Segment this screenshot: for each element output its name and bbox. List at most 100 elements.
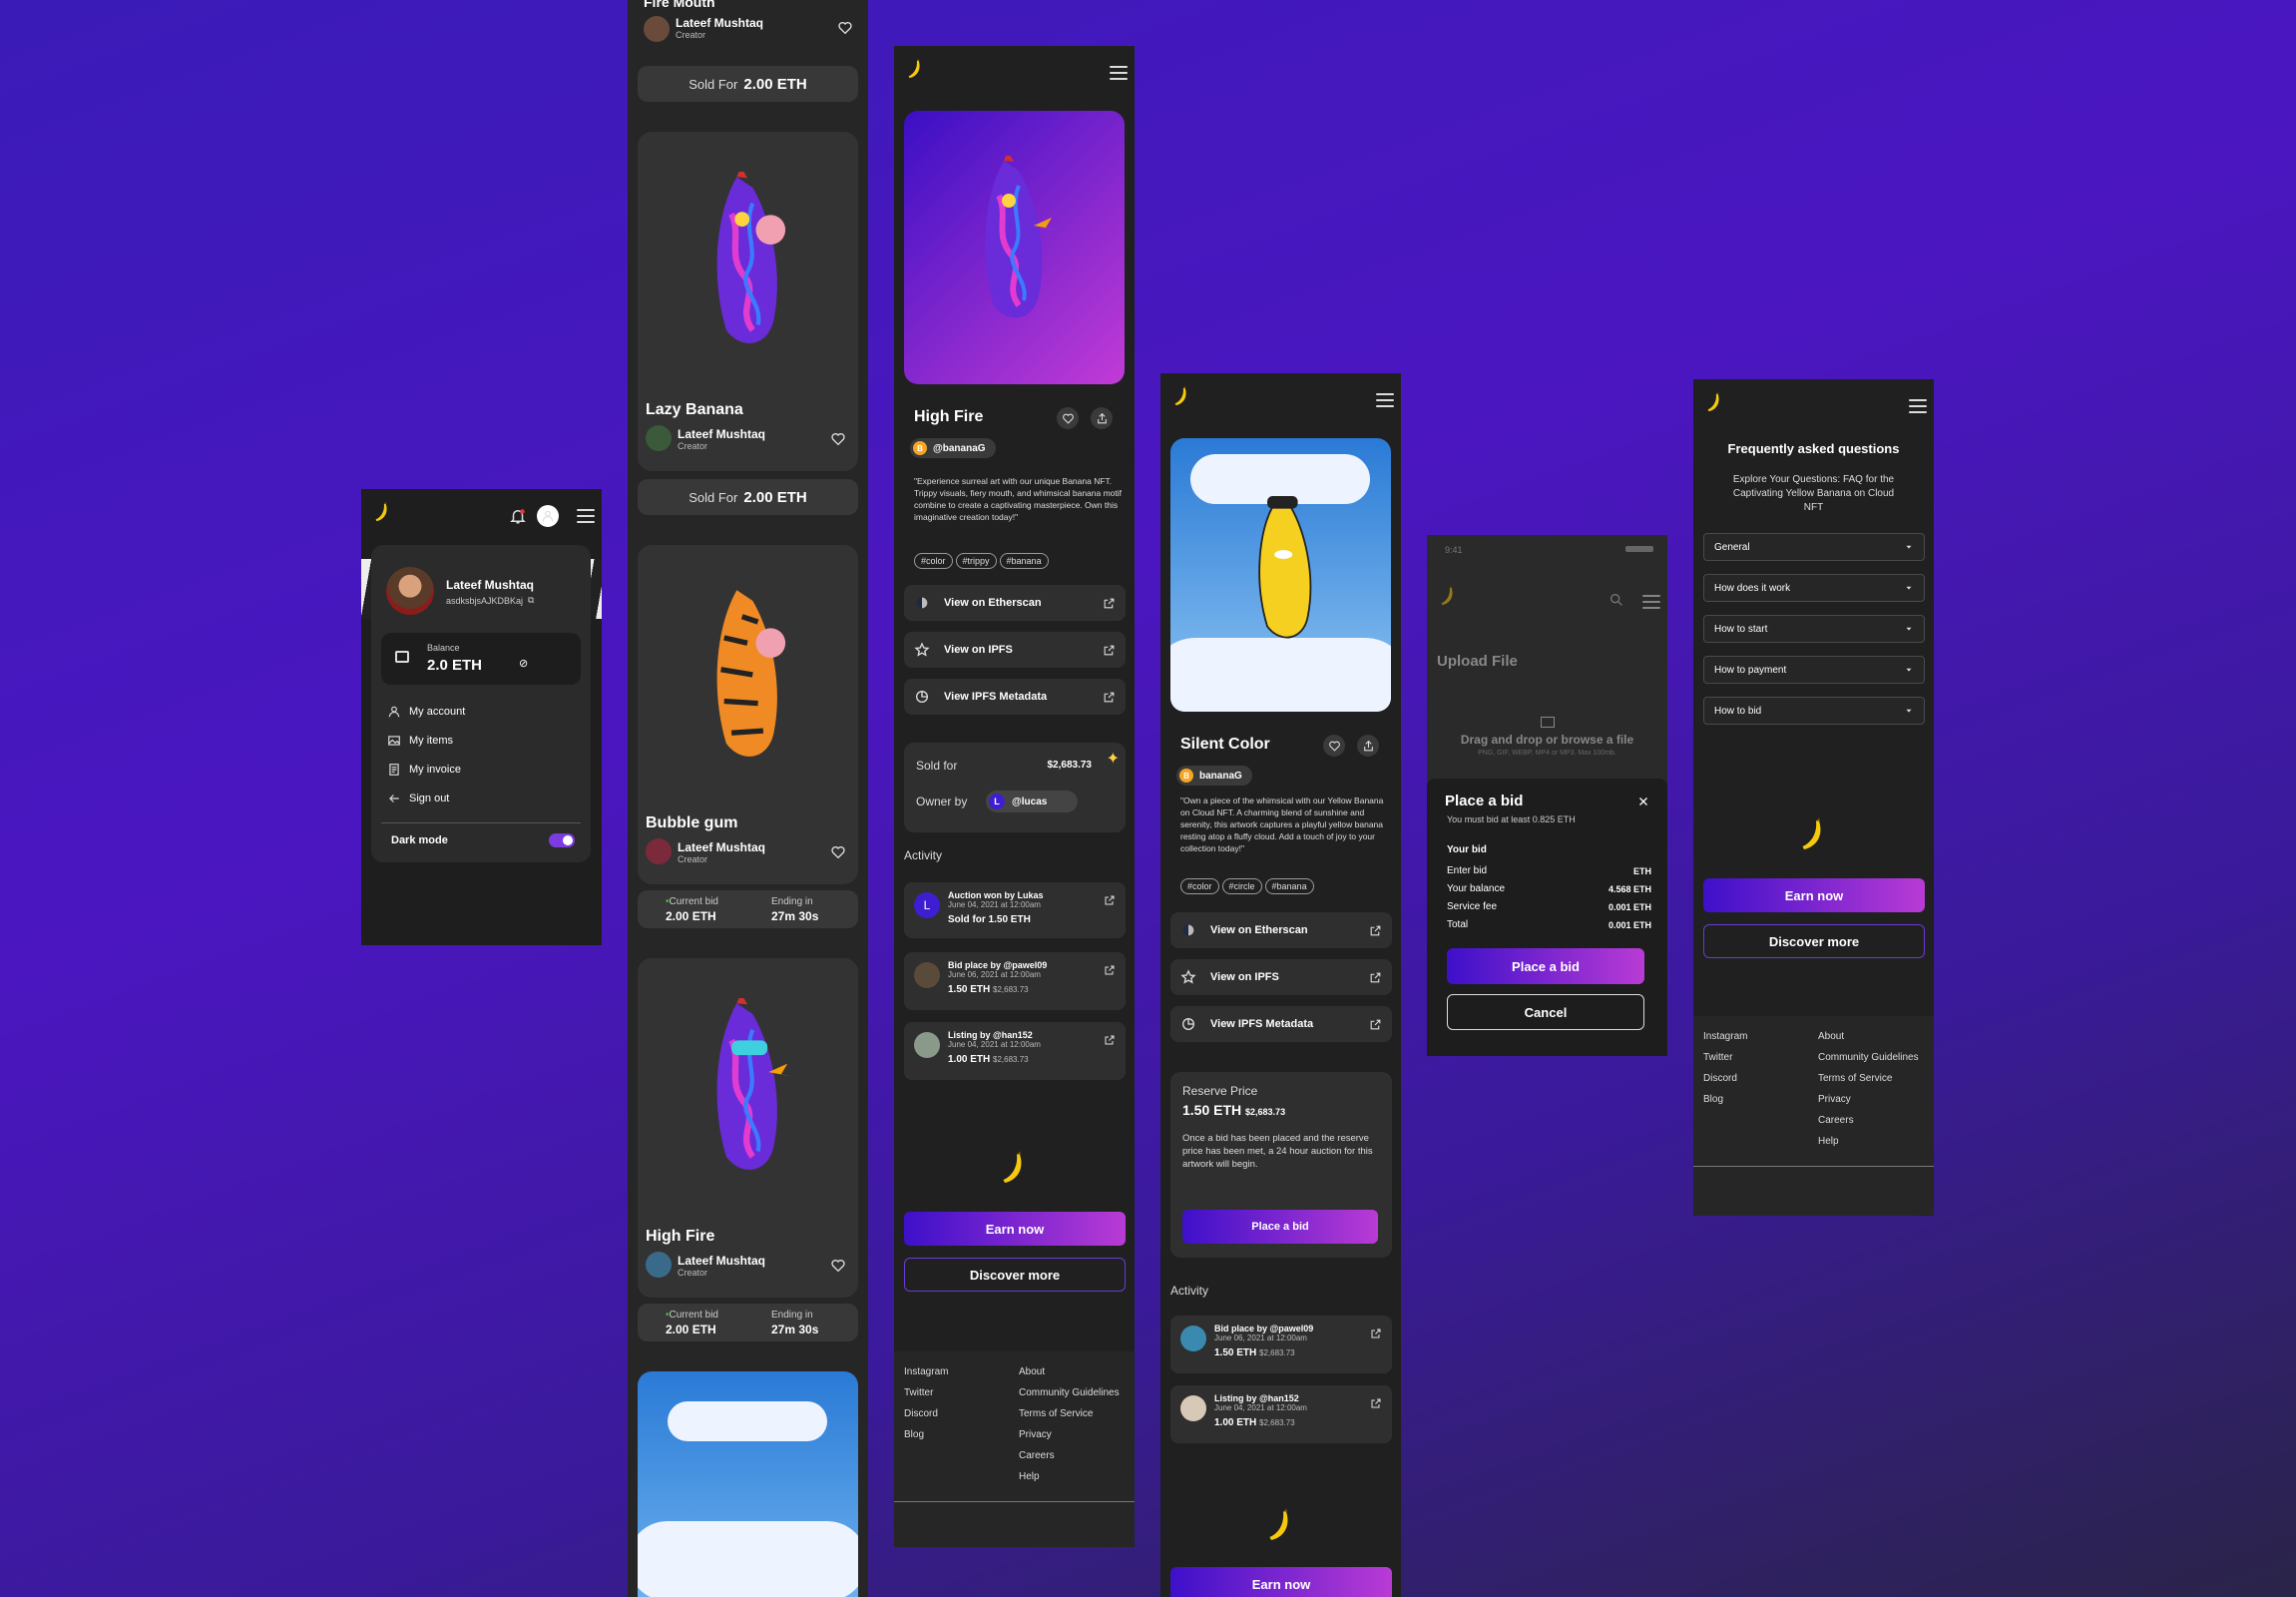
external-link-icon[interactable] [1370,1397,1382,1409]
share-button[interactable] [1357,735,1379,757]
earn-now-button[interactable]: Earn now [904,1212,1126,1246]
footer-link[interactable]: Twitter [904,1382,948,1403]
menu-icon[interactable] [1110,66,1128,80]
activity-item[interactable]: Listing by @han152 June 04, 2021 at 12:0… [1170,1385,1392,1443]
footer-link[interactable]: Careers [1019,1445,1120,1466]
footer-link[interactable]: About [1019,1361,1120,1382]
footer-link[interactable]: Community Guidelines [1019,1382,1120,1403]
dark-mode-toggle[interactable] [549,833,575,847]
user-avatar-button[interactable] [537,505,559,527]
view-ipfs-link[interactable]: View on IPFS [1170,959,1392,995]
view-etherscan-link[interactable]: View on Etherscan [904,585,1126,621]
discover-more-button[interactable]: Discover more [1703,924,1925,958]
menu-sign-out[interactable]: Sign out [371,784,591,812]
share-button[interactable] [1091,407,1113,429]
external-link-icon[interactable] [1104,894,1116,906]
menu-my-account[interactable]: My account [371,697,591,726]
tag[interactable]: #circle [1221,878,1262,894]
menu-my-invoice[interactable]: My invoice [371,755,591,784]
activity-date: June 06, 2021 at 12:00am [948,970,1041,979]
faq-item-how-to-bid[interactable]: How to bid [1703,697,1925,725]
view-ipfs-metadata-link[interactable]: View IPFS Metadata [904,679,1126,715]
bell-icon[interactable] [509,507,527,525]
footer-link[interactable]: Terms of Service [1818,1068,1919,1089]
external-link-icon[interactable] [1104,964,1116,976]
faq-item-general[interactable]: General [1703,533,1925,561]
faq-item-how-to-payment[interactable]: How to payment [1703,656,1925,684]
heart-icon[interactable] [830,1258,846,1274]
tag[interactable]: #color [1180,878,1219,894]
view-ipfs-link[interactable]: View on IPFS [904,632,1126,668]
banana-logo-icon[interactable] [1703,391,1725,413]
footer-link[interactable]: Privacy [1818,1089,1919,1110]
tag[interactable]: #banana [1264,878,1314,894]
footer-link[interactable]: Terms of Service [1019,1403,1120,1424]
creator-role: Creator [678,1268,708,1278]
footer-link[interactable]: Discord [1703,1068,1747,1089]
earn-now-button[interactable]: Earn now [1703,878,1925,912]
activity-item[interactable]: Bid place by @pawel09 June 06, 2021 at 1… [904,952,1126,1010]
footer-link[interactable]: Careers [1818,1110,1919,1131]
tag[interactable]: #trippy [955,553,997,569]
bid-row[interactable]: Enter bid ETH [1447,862,1651,880]
activity-item[interactable]: L Auction won by Lukas June 04, 2021 at … [904,882,1126,938]
tag[interactable]: #color [914,553,953,569]
avatar [914,1032,940,1058]
external-link-icon[interactable] [1104,1034,1116,1046]
cancel-button[interactable]: Cancel [1447,994,1644,1030]
nft-card-bubble-gum[interactable]: Bubble gum Lateef Mushtaq Creator [638,545,858,884]
heart-icon[interactable] [830,844,846,860]
place-bid-button[interactable]: Place a bid [1182,1210,1378,1244]
eye-off-icon[interactable]: ⊘ [519,657,528,670]
reserve-price: 1.50 ETH $2,683.73 [1182,1102,1286,1118]
faq-item-how-to-start[interactable]: How to start [1703,615,1925,643]
footer-link[interactable]: Blog [904,1424,948,1445]
menu-icon[interactable] [577,509,595,523]
banana-logo-icon[interactable] [1170,385,1192,407]
footer-link[interactable]: Help [1019,1466,1120,1487]
copy-icon[interactable]: ⧉ [528,595,534,606]
heart-icon[interactable] [837,20,853,36]
heart-button[interactable] [1057,407,1079,429]
nft-card-high-fire[interactable]: High Fire Lateef Mushtaq Creator [638,958,858,1298]
view-ipfs-metadata-link[interactable]: View IPFS Metadata [1170,1006,1392,1042]
footer-link[interactable]: Community Guidelines [1818,1047,1919,1068]
close-icon[interactable] [1637,796,1649,807]
external-link-icon[interactable] [1370,1328,1382,1339]
view-etherscan-link[interactable]: View on Etherscan [1170,912,1392,948]
footer-link[interactable]: Discord [904,1403,948,1424]
heart-button[interactable] [1323,735,1345,757]
footer-link[interactable]: Instagram [1703,1026,1747,1047]
owner-handle: @bananaG [933,442,986,454]
owner-by-chip[interactable]: L @lucas [986,791,1078,812]
profile-menu-screen: Lateef Mushtaq asdksbjsAJKDBKaj ⧉ Balance… [361,489,602,945]
footer-link[interactable]: Help [1818,1131,1919,1152]
detail-title: High Fire [914,408,984,425]
footer-link[interactable]: About [1818,1026,1919,1047]
activity-item[interactable]: Listing by @han152 June 04, 2021 at 12:0… [904,1022,1126,1080]
activity-title: Auction won by Lukas [948,890,1044,900]
owner-chip[interactable]: B @bananaG [910,438,996,458]
nft-card-cloud[interactable] [638,1371,858,1597]
activity-item[interactable]: Bid place by @pawel09 June 06, 2021 at 1… [1170,1316,1392,1373]
menu-my-items[interactable]: My items [371,726,591,755]
tag[interactable]: #banana [999,553,1049,569]
owner-chip[interactable]: BbananaG [1176,766,1252,786]
nft-card-lazy-banana[interactable]: Lazy Banana Lateef Mushtaq Creator [638,132,858,471]
footer-link[interactable]: Instagram [904,1361,948,1382]
footer-link[interactable]: Twitter [1703,1047,1747,1068]
menu-icon[interactable] [1909,399,1927,413]
banana-logo-icon[interactable] [371,501,393,523]
confirm-bid-button[interactable]: Place a bid [1447,948,1644,984]
chevron-down-icon [1904,706,1914,716]
menu-icon[interactable] [1376,393,1394,407]
card-title: Lazy Banana [646,401,743,418]
hero-art [1170,438,1391,712]
footer-link[interactable]: Privacy [1019,1424,1120,1445]
discover-more-button[interactable]: Discover more [904,1258,1126,1292]
footer-link[interactable]: Blog [1703,1089,1747,1110]
banana-logo-icon[interactable] [904,58,926,80]
heart-icon[interactable] [830,431,846,447]
earn-now-button[interactable]: Earn now [1170,1567,1392,1597]
faq-item-how-it-works[interactable]: How does it work [1703,574,1925,602]
